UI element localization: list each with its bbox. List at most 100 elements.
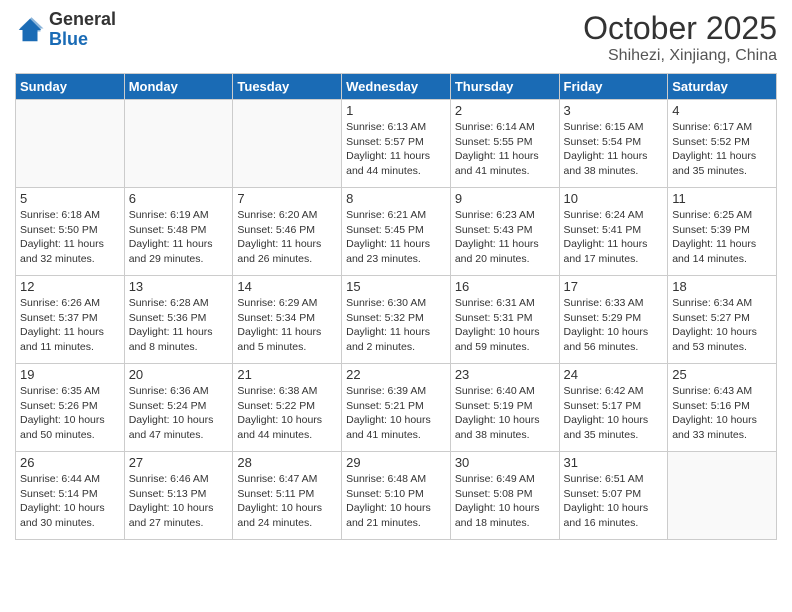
calendar-cell: 15 Sunrise: 6:30 AM Sunset: 5:32 PM Dayli… <box>342 276 451 364</box>
day-info: Sunrise: 6:25 AM Sunset: 5:39 PM Dayligh… <box>672 208 772 267</box>
day-info: Sunrise: 6:29 AM Sunset: 5:34 PM Dayligh… <box>237 296 337 355</box>
day-number: 8 <box>346 191 446 206</box>
day-number: 5 <box>20 191 120 206</box>
calendar-cell: 31 Sunrise: 6:51 AM Sunset: 5:07 PM Dayli… <box>559 452 668 540</box>
calendar-cell: 9Sunrise: 6:23 AM Sunset: 5:43 PM Daylig… <box>450 188 559 276</box>
calendar-day-header: Thursday <box>450 74 559 100</box>
day-number: 19 <box>20 367 120 382</box>
calendar-cell: 22Sunrise: 6:39 AM Sunset: 5:21 PM Dayli… <box>342 364 451 452</box>
day-number: 13 <box>129 279 229 294</box>
calendar-cell: 7 Sunrise: 6:20 AM Sunset: 5:46 PM Daylig… <box>233 188 342 276</box>
day-number: 12 <box>20 279 120 294</box>
day-info: Sunrise: 6:20 AM Sunset: 5:46 PM Dayligh… <box>237 208 337 267</box>
logo-general: General <box>49 10 116 30</box>
calendar-day-header: Monday <box>124 74 233 100</box>
day-info: Sunrise: 6:23 AM Sunset: 5:43 PM Dayligh… <box>455 208 555 267</box>
calendar-cell: 26Sunrise: 6:44 AM Sunset: 5:14 PM Dayli… <box>16 452 125 540</box>
day-info: Sunrise: 6:34 AM Sunset: 5:27 PM Dayligh… <box>672 296 772 355</box>
day-number: 2 <box>455 103 555 118</box>
day-info: Sunrise: 6:14 AM Sunset: 5:55 PM Dayligh… <box>455 120 555 179</box>
calendar-table: SundayMondayTuesdayWednesdayThursdayFrid… <box>15 73 777 540</box>
day-number: 23 <box>455 367 555 382</box>
calendar-cell <box>124 100 233 188</box>
calendar-cell: 23 Sunrise: 6:40 AM Sunset: 5:19 PM Dayli… <box>450 364 559 452</box>
calendar-week-row: 1 Sunrise: 6:13 AM Sunset: 5:57 PM Daylig… <box>16 100 777 188</box>
day-number: 20 <box>129 367 229 382</box>
location: Shihezi, Xinjiang, China <box>583 47 777 65</box>
day-number: 21 <box>237 367 337 382</box>
day-number: 14 <box>237 279 337 294</box>
day-info: Sunrise: 6:19 AM Sunset: 5:48 PM Dayligh… <box>129 208 229 267</box>
calendar-week-row: 19 Sunrise: 6:35 AM Sunset: 5:26 PM Dayli… <box>16 364 777 452</box>
day-info: Sunrise: 6:15 AM Sunset: 5:54 PM Dayligh… <box>564 120 664 179</box>
day-info: Sunrise: 6:35 AM Sunset: 5:26 PM Dayligh… <box>20 384 120 443</box>
day-info: Sunrise: 6:30 AM Sunset: 5:32 PM Dayligh… <box>346 296 446 355</box>
day-info: Sunrise: 6:44 AM Sunset: 5:14 PM Dayligh… <box>20 472 120 531</box>
calendar-cell: 29Sunrise: 6:48 AM Sunset: 5:10 PM Dayli… <box>342 452 451 540</box>
calendar-cell: 3Sunrise: 6:15 AM Sunset: 5:54 PM Daylig… <box>559 100 668 188</box>
day-info: Sunrise: 6:17 AM Sunset: 5:52 PM Dayligh… <box>672 120 772 179</box>
day-info: Sunrise: 6:51 AM Sunset: 5:07 PM Dayligh… <box>564 472 664 531</box>
day-info: Sunrise: 6:13 AM Sunset: 5:57 PM Dayligh… <box>346 120 446 179</box>
calendar-cell <box>233 100 342 188</box>
calendar-cell: 27Sunrise: 6:46 AM Sunset: 5:13 PM Dayli… <box>124 452 233 540</box>
day-number: 31 <box>564 455 664 470</box>
calendar-day-header: Wednesday <box>342 74 451 100</box>
calendar-day-header: Saturday <box>668 74 777 100</box>
calendar-cell <box>16 100 125 188</box>
day-info: Sunrise: 6:24 AM Sunset: 5:41 PM Dayligh… <box>564 208 664 267</box>
calendar-cell: 17 Sunrise: 6:33 AM Sunset: 5:29 PM Dayli… <box>559 276 668 364</box>
day-number: 4 <box>672 103 772 118</box>
calendar-cell: 21 Sunrise: 6:38 AM Sunset: 5:22 PM Dayli… <box>233 364 342 452</box>
header: General Blue October 2025 Shihezi, Xinji… <box>15 10 777 65</box>
day-number: 30 <box>455 455 555 470</box>
calendar-cell: 6 Sunrise: 6:19 AM Sunset: 5:48 PM Daylig… <box>124 188 233 276</box>
day-number: 10 <box>564 191 664 206</box>
day-number: 27 <box>129 455 229 470</box>
day-info: Sunrise: 6:33 AM Sunset: 5:29 PM Dayligh… <box>564 296 664 355</box>
day-number: 15 <box>346 279 446 294</box>
logo: General Blue <box>15 10 116 50</box>
calendar-cell: 18Sunrise: 6:34 AM Sunset: 5:27 PM Dayli… <box>668 276 777 364</box>
title-block: October 2025 Shihezi, Xinjiang, China <box>583 10 777 65</box>
day-info: Sunrise: 6:28 AM Sunset: 5:36 PM Dayligh… <box>129 296 229 355</box>
day-info: Sunrise: 6:38 AM Sunset: 5:22 PM Dayligh… <box>237 384 337 443</box>
day-number: 11 <box>672 191 772 206</box>
month-title: October 2025 <box>583 10 777 47</box>
calendar-cell: 11 Sunrise: 6:25 AM Sunset: 5:39 PM Dayli… <box>668 188 777 276</box>
day-number: 28 <box>237 455 337 470</box>
calendar-cell: 13 Sunrise: 6:28 AM Sunset: 5:36 PM Dayli… <box>124 276 233 364</box>
calendar-cell: 8Sunrise: 6:21 AM Sunset: 5:45 PM Daylig… <box>342 188 451 276</box>
day-info: Sunrise: 6:49 AM Sunset: 5:08 PM Dayligh… <box>455 472 555 531</box>
day-number: 7 <box>237 191 337 206</box>
calendar-day-header: Tuesday <box>233 74 342 100</box>
calendar-cell: 4 Sunrise: 6:17 AM Sunset: 5:52 PM Daylig… <box>668 100 777 188</box>
day-info: Sunrise: 6:47 AM Sunset: 5:11 PM Dayligh… <box>237 472 337 531</box>
day-info: Sunrise: 6:36 AM Sunset: 5:24 PM Dayligh… <box>129 384 229 443</box>
day-info: Sunrise: 6:26 AM Sunset: 5:37 PM Dayligh… <box>20 296 120 355</box>
day-info: Sunrise: 6:48 AM Sunset: 5:10 PM Dayligh… <box>346 472 446 531</box>
calendar-header-row: SundayMondayTuesdayWednesdayThursdayFrid… <box>16 74 777 100</box>
calendar-cell <box>668 452 777 540</box>
day-info: Sunrise: 6:42 AM Sunset: 5:17 PM Dayligh… <box>564 384 664 443</box>
logo-blue: Blue <box>49 30 116 50</box>
day-number: 17 <box>564 279 664 294</box>
day-number: 24 <box>564 367 664 382</box>
day-number: 22 <box>346 367 446 382</box>
calendar-cell: 10 Sunrise: 6:24 AM Sunset: 5:41 PM Dayli… <box>559 188 668 276</box>
calendar-cell: 20 Sunrise: 6:36 AM Sunset: 5:24 PM Dayli… <box>124 364 233 452</box>
day-number: 6 <box>129 191 229 206</box>
calendar-cell: 2 Sunrise: 6:14 AM Sunset: 5:55 PM Daylig… <box>450 100 559 188</box>
day-info: Sunrise: 6:40 AM Sunset: 5:19 PM Dayligh… <box>455 384 555 443</box>
day-info: Sunrise: 6:43 AM Sunset: 5:16 PM Dayligh… <box>672 384 772 443</box>
calendar-cell: 25 Sunrise: 6:43 AM Sunset: 5:16 PM Dayli… <box>668 364 777 452</box>
calendar-day-header: Friday <box>559 74 668 100</box>
day-info: Sunrise: 6:18 AM Sunset: 5:50 PM Dayligh… <box>20 208 120 267</box>
day-info: Sunrise: 6:31 AM Sunset: 5:31 PM Dayligh… <box>455 296 555 355</box>
calendar-cell: 28 Sunrise: 6:47 AM Sunset: 5:11 PM Dayli… <box>233 452 342 540</box>
day-number: 1 <box>346 103 446 118</box>
day-number: 16 <box>455 279 555 294</box>
logo-icon <box>15 15 45 45</box>
page-container: General Blue October 2025 Shihezi, Xinji… <box>0 0 792 550</box>
day-number: 25 <box>672 367 772 382</box>
